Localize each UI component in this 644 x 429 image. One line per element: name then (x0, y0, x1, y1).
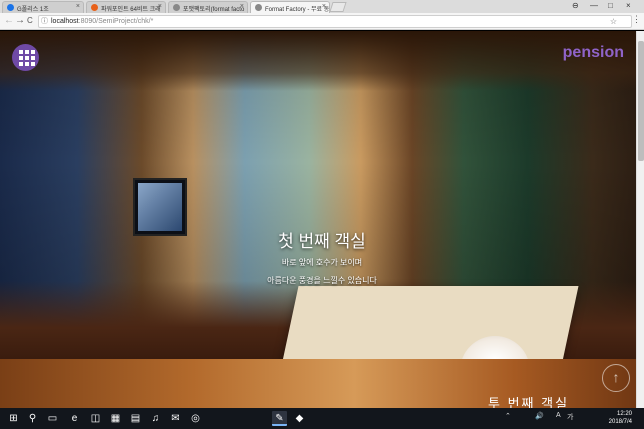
bed-image (281, 286, 579, 366)
info-icon[interactable]: ⓘ (41, 16, 48, 27)
minimize-button[interactable]: — (590, 1, 598, 10)
clock-date: 2018/7/4 (608, 419, 632, 425)
doc-icon (255, 4, 262, 11)
maximize-button[interactable]: □ (608, 1, 613, 10)
tray-overflow-icon[interactable]: ⌃ (505, 412, 511, 420)
room-description-line1: 바로 앞에 호수가 보이며 (281, 258, 363, 267)
account-icon[interactable]: ⊖ (572, 1, 579, 10)
close-window-button[interactable]: × (626, 1, 631, 10)
mail-icon[interactable]: ✉ (168, 411, 183, 426)
tab-formatfactory[interactable]: 포맷팩토리(format facto × (168, 1, 248, 13)
doc-icon (173, 4, 180, 11)
powerpoint-icon[interactable]: ◆ (292, 411, 307, 426)
ceiling-decor (0, 31, 644, 91)
tab-close-icon[interactable]: × (158, 3, 162, 10)
edge-icon[interactable]: e (67, 411, 82, 426)
tab-powerpoint[interactable]: 파워포인트 64비트 크래 × (86, 1, 166, 13)
next-room-caption: 투 번째 객실 (488, 396, 570, 408)
grid-dot (19, 56, 23, 60)
room-description-line2: 아름다운 풍경을 느낄수 있습니다 (267, 276, 377, 285)
page-viewport: 투 번째 객실 pension 첫 번째 객실 바로 앞에 호수가 보이며 아름… (0, 31, 644, 408)
tab-strip: G폴리스 1조 × 파워포인트 64비트 크래 × 포맷팩토리(format f… (0, 0, 644, 13)
grid-dot (25, 56, 29, 60)
chrome-icon[interactable]: ✎ (272, 411, 287, 426)
grid-dot (31, 50, 35, 54)
back-button[interactable]: ← (4, 15, 14, 27)
app-icon[interactable]: ▤ (128, 411, 143, 426)
scroll-top-button[interactable]: ↑ (602, 364, 630, 392)
ime-lang[interactable]: 가 (567, 412, 573, 422)
google-icon (7, 4, 14, 11)
room-title: 첫 번째 객실 (278, 232, 366, 251)
menu-grid-button[interactable] (12, 44, 39, 71)
tab-gpolice[interactable]: G폴리스 1조 × (2, 1, 84, 13)
volume-icon[interactable]: 🔊 (535, 412, 544, 420)
ime-icon[interactable]: A (556, 412, 561, 419)
start-icon[interactable]: ⊞ (6, 411, 21, 426)
address-toolbar: ← → C ⓘ localhost:8090/SemiProject/chk/*… (0, 13, 644, 30)
grid-dot (31, 56, 35, 60)
grid-dot (25, 62, 29, 66)
url-path: :8090/SemiProject/chk/* (78, 18, 154, 25)
tv-screen (138, 183, 182, 231)
tab-formatfactory-free[interactable]: Format Factory - 무료 동 × (250, 1, 330, 13)
brand-logo[interactable]: pension (563, 44, 624, 62)
clock[interactable]: 12:20 2018/7/4 (609, 410, 632, 426)
tab-close-icon[interactable]: × (76, 3, 80, 10)
grid-dot (19, 62, 23, 66)
next-room-image: 투 번째 객실 (0, 359, 644, 408)
grid-dot (19, 50, 23, 54)
tab-close-icon[interactable]: × (240, 3, 244, 10)
page-scrollbar[interactable] (636, 31, 644, 408)
clock-time: 12:20 (616, 411, 632, 417)
bookmark-star-icon[interactable]: ☆ (610, 16, 617, 27)
reload-button[interactable]: C (27, 15, 33, 27)
browser-window: G폴리스 1조 × 파워포인트 64비트 크래 × 포맷팩토리(format f… (0, 0, 644, 429)
grid-dot (25, 50, 29, 54)
app-icon[interactable]: ▦ (108, 411, 123, 426)
site-icon (91, 4, 98, 11)
app-icon[interactable]: ◎ (188, 411, 203, 426)
scrollbar-thumb[interactable] (638, 41, 644, 161)
task-view-icon[interactable]: ▭ (45, 411, 60, 426)
windows-taskbar: ⊞ ⚲ ▭ e ◫ ▦ ▤ ♫ ✉ ◎ ✎ ◆ ⌃ 🔊 A 가 12:20 20… (0, 408, 644, 429)
grid-dot (31, 62, 35, 66)
search-icon[interactable]: ⚲ (25, 411, 40, 426)
browser-menu-icon[interactable]: ⋮ (632, 14, 641, 25)
explorer-icon[interactable]: ◫ (88, 411, 103, 426)
music-icon[interactable]: ♫ (148, 411, 163, 426)
hero-image (0, 31, 644, 384)
forward-button[interactable]: → (15, 15, 25, 27)
address-bar[interactable]: ⓘ localhost:8090/SemiProject/chk/* ☆ (38, 15, 632, 28)
tab-close-icon[interactable]: × (322, 3, 326, 10)
new-tab-button[interactable] (329, 2, 347, 12)
url-host: localhost (51, 18, 79, 25)
